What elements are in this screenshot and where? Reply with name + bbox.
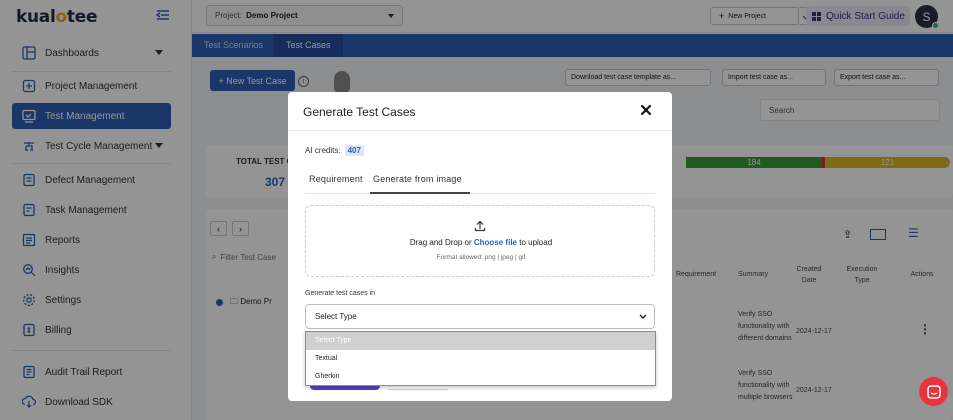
- modal-title: Generate Test Cases: [303, 105, 416, 119]
- ai-credits: AI credits: 407: [305, 145, 364, 156]
- tab-divider: [305, 193, 655, 194]
- chat-support-button[interactable]: [919, 377, 948, 406]
- upload-icon: [474, 220, 486, 232]
- image-dropzone[interactable]: Drag and Drop or Choose file to upload F…: [305, 205, 655, 277]
- option-select-type[interactable]: Select Type: [306, 332, 655, 350]
- tab-generate-from-image[interactable]: Generate from image: [373, 174, 462, 184]
- generate-type-options: Select Type Textual Gherkin: [305, 331, 656, 386]
- choose-file-link[interactable]: Choose file: [474, 238, 517, 247]
- generate-test-cases-modal: Generate Test Cases AI credits: 407 Requ…: [288, 92, 672, 401]
- close-icon[interactable]: [640, 104, 654, 118]
- active-tab-indicator: [370, 192, 470, 194]
- chat-icon: [926, 384, 941, 399]
- generate-type-select[interactable]: Select Type: [305, 304, 655, 329]
- format-hint: Format allowed: png | jpeg | gif: [436, 254, 526, 261]
- ai-credits-badge: 407: [344, 145, 364, 156]
- dropzone-text: Drag and Drop or Choose file to upload: [409, 238, 553, 247]
- option-textual[interactable]: Textual: [306, 350, 655, 368]
- chevron-down-icon: [639, 314, 647, 320]
- tab-requirement[interactable]: Requirement: [309, 174, 363, 184]
- divider: [288, 130, 672, 131]
- generate-type-label: Generate test cases in: [305, 290, 376, 297]
- option-gherkin[interactable]: Gherkin: [306, 368, 655, 386]
